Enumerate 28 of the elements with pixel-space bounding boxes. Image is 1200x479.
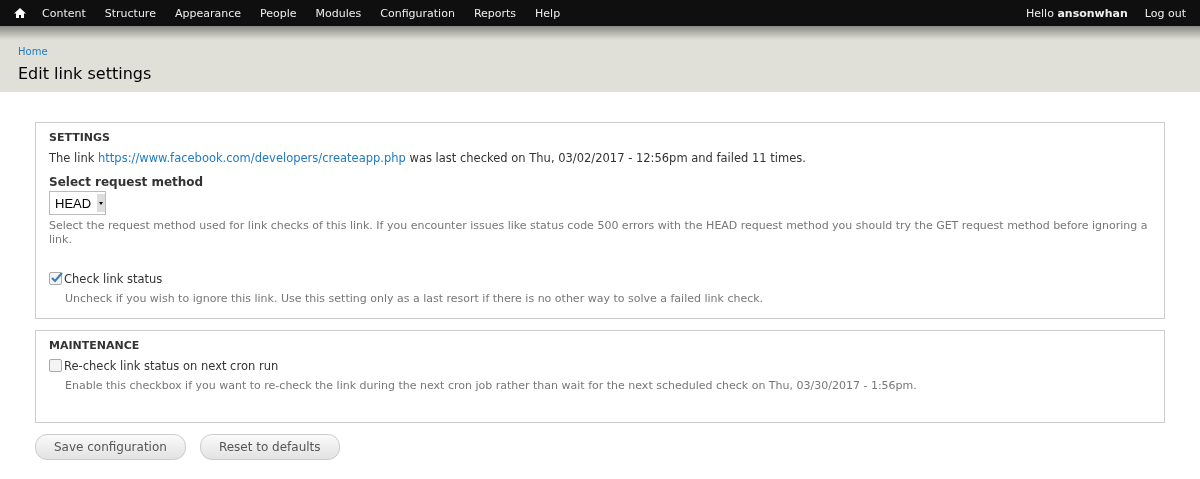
- menu-link[interactable]: Appearance: [174, 6, 241, 20]
- menu-link[interactable]: Reports: [473, 6, 517, 20]
- url-link[interactable]: https://www.facebook.com/developers/createapp.php: [98, 151, 406, 165]
- logout-link[interactable]: Log out: [1144, 6, 1186, 20]
- reset-button[interactable]: Reset to defaults: [199, 434, 340, 461]
- save-button[interactable]: Save configuration: [35, 434, 186, 461]
- checkbox[interactable]: [49, 359, 62, 373]
- method-select[interactable]: HEAD: [49, 191, 107, 215]
- help-text: Select the request method used for link checks of this link. If you encounter issues like status code 500 errors with the HEAD request method you should try the GET request method before ignoring a link.: [49, 219, 1149, 248]
- status-text: The link https://www.facebook.com/developers/createapp.php was last checked on Thu, 03/02/2017 - 12:56pm and failed 11 times.: [49, 151, 807, 165]
- field-label: Select request method: [49, 175, 205, 189]
- checkbox[interactable]: [49, 272, 62, 286]
- check-icon: [50, 271, 63, 285]
- menu-link[interactable]: People: [260, 6, 297, 20]
- section-title: SETTINGS: [49, 130, 111, 146]
- menu-link[interactable]: Help: [535, 6, 561, 20]
- section-title: MAINTENANCE: [49, 337, 141, 354]
- menu-link[interactable]: Structure: [104, 6, 156, 20]
- checkbox-label: Re-check link status on next cron run: [64, 358, 279, 373]
- menu-link[interactable]: Content: [42, 6, 86, 20]
- menu-link[interactable]: Modules: [315, 6, 362, 20]
- checkbox-label: Check link status: [64, 271, 163, 286]
- help-text: Uncheck if you wish to ignore this link. Use this setting only as a last resort if there is no other way to solve a failed link check.: [64, 291, 765, 306]
- greeting-text: Hello ansonwhan: [1026, 6, 1128, 20]
- menu-link[interactable]: Configuration: [380, 6, 455, 20]
- help-text: Enable this checkbox if you want to re-check the link during the next cron job rather than wait for the next scheduled check on Thu, 03/30/2017 - 1:56pm.: [64, 378, 918, 394]
- page-title: Edit link settings: [18, 64, 153, 83]
- home-icon[interactable]: [14, 7, 26, 19]
